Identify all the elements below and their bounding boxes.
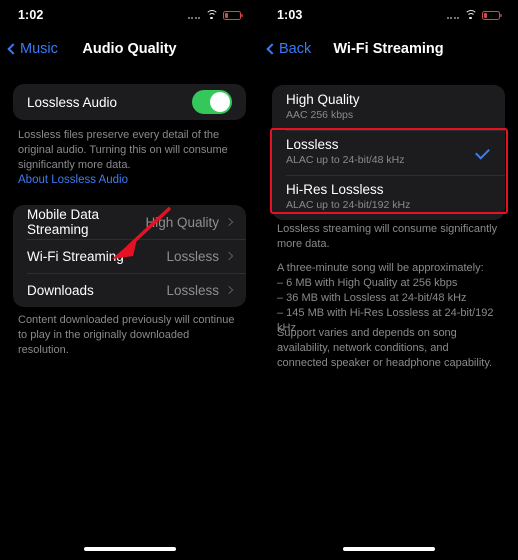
row-label-wifi-streaming: Wi-Fi Streaming	[27, 248, 124, 264]
home-indicator	[83, 547, 176, 551]
navigation-bar: Back Wi-Fi Streaming	[259, 32, 518, 66]
battery-low-icon	[482, 10, 502, 20]
song-size-item-1: – 6 MB with High Quality at 256 kbps	[277, 277, 458, 289]
option-title-hires-lossless: Hi-Res Lossless	[286, 182, 384, 197]
navigation-bar: Music Audio Quality	[0, 32, 259, 66]
lossless-audio-description: Lossless files preserve every detail of …	[18, 129, 228, 171]
song-size-heading: A three-minute song will be approximatel…	[277, 262, 484, 274]
status-bar: 1:03	[259, 0, 518, 30]
signal-dots-icon	[446, 12, 459, 19]
home-indicator	[342, 547, 435, 551]
row-separator	[27, 239, 246, 240]
option-subtitle-lossless: ALAC up to 24-bit/48 kHz	[286, 154, 405, 166]
page-title: Wi-Fi Streaming	[333, 41, 444, 57]
row-label-downloads: Downloads	[27, 282, 94, 298]
status-indicators	[187, 10, 243, 20]
row-value-wifi-streaming: Lossless	[166, 248, 219, 264]
wifi-icon	[464, 10, 477, 20]
about-lossless-audio-link[interactable]: About Lossless Audio	[18, 174, 128, 186]
option-high-quality[interactable]: High Quality AAC 256 kbps	[272, 85, 505, 130]
option-subtitle-high-quality: AAC 256 kbps	[286, 109, 354, 121]
lossless-streaming-note: Lossless streaming will consume signific…	[277, 223, 498, 250]
chevron-right-icon	[224, 251, 234, 261]
chevron-right-icon	[224, 285, 234, 295]
support-note: Support varies and depends on song avail…	[277, 327, 493, 369]
toggle-knob	[210, 92, 230, 112]
option-title-high-quality: High Quality	[286, 92, 360, 107]
status-bar: 1:02	[0, 0, 259, 30]
option-hires-lossless[interactable]: Hi-Res Lossless ALAC up to 24-bit/192 kH…	[272, 175, 505, 220]
row-separator	[286, 175, 505, 176]
status-time: 1:02	[18, 8, 44, 22]
phone-screen-wifi-streaming: 1:03 Back Wi-Fi Streaming High Quality A…	[259, 0, 518, 560]
option-subtitle-hires-lossless: ALAC up to 24-bit/192 kHz	[286, 199, 411, 211]
row-mobile-data-streaming[interactable]: Mobile Data Streaming High Quality	[13, 205, 246, 239]
row-separator	[27, 273, 246, 274]
option-title-lossless: Lossless	[286, 137, 339, 152]
status-time: 1:03	[277, 8, 303, 22]
dual-phone-screenshot: 1:02 Music Audio Quality Lossless Audio …	[0, 0, 518, 560]
streaming-options-card: Mobile Data Streaming High Quality Wi-Fi…	[13, 205, 246, 307]
signal-dots-icon	[187, 12, 200, 19]
chevron-right-icon	[224, 217, 234, 227]
row-label-mobile-data-streaming: Mobile Data Streaming	[27, 207, 100, 237]
row-downloads[interactable]: Downloads Lossless	[13, 273, 246, 307]
song-size-item-2: – 36 MB with Lossless at 24-bit/48 kHz	[277, 292, 467, 304]
row-value-downloads: Lossless	[166, 282, 219, 298]
row-label-lossless-audio: Lossless Audio	[27, 94, 118, 110]
phone-screen-audio-quality: 1:02 Music Audio Quality Lossless Audio …	[0, 0, 259, 560]
downloads-description: Content downloaded previously will conti…	[18, 314, 235, 356]
lossless-audio-card: Lossless Audio	[13, 84, 246, 120]
row-wifi-streaming[interactable]: Wi-Fi Streaming Lossless	[13, 239, 246, 273]
row-value-mobile-data-streaming: High Quality	[145, 214, 219, 230]
lossless-audio-toggle[interactable]	[192, 90, 232, 114]
row-separator	[286, 130, 505, 131]
status-indicators	[446, 10, 502, 20]
battery-low-icon	[223, 10, 243, 20]
row-lossless-audio[interactable]: Lossless Audio	[13, 84, 246, 120]
wifi-icon	[205, 10, 218, 20]
quality-options-card: High Quality AAC 256 kbps Lossless ALAC …	[272, 85, 505, 220]
option-lossless[interactable]: Lossless ALAC up to 24-bit/48 kHz	[272, 130, 505, 175]
page-title: Audio Quality	[82, 41, 177, 57]
